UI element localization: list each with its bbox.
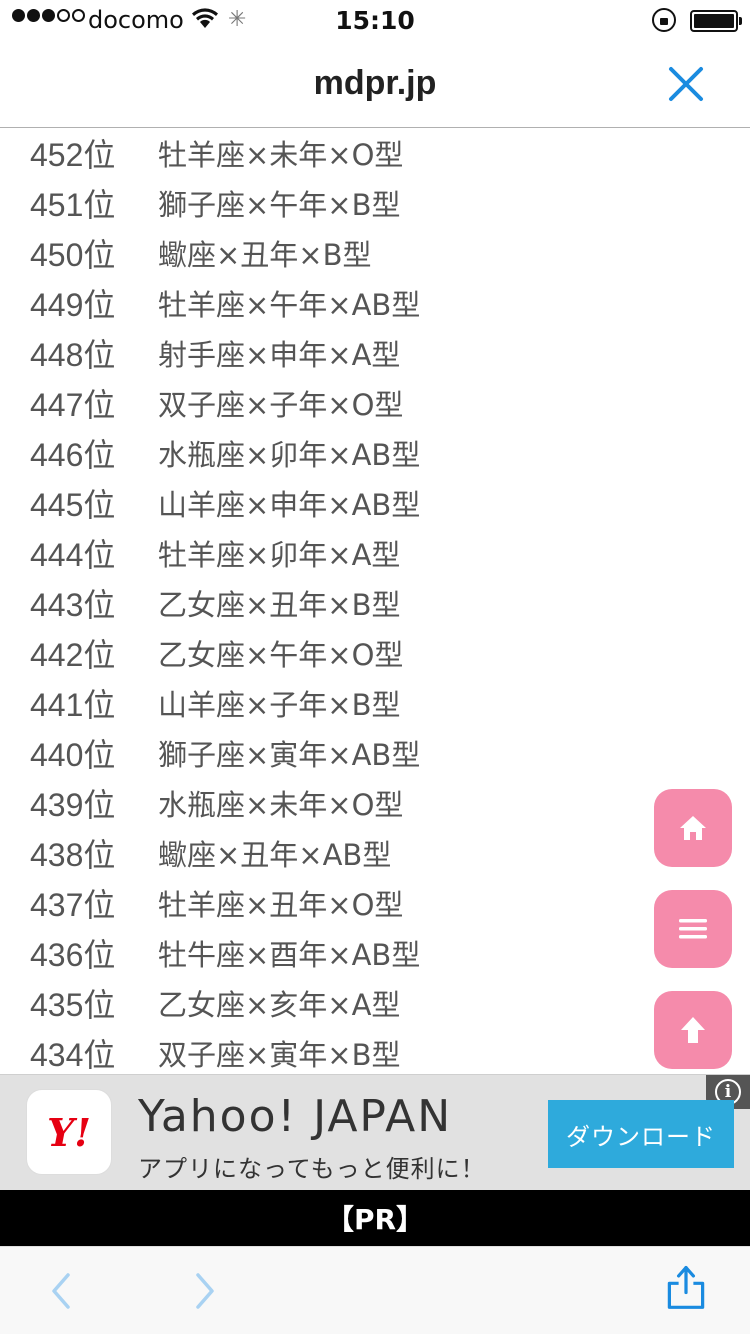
yahoo-logo-icon: Y! xyxy=(26,1089,112,1175)
rank-number: 436位 xyxy=(30,937,116,973)
list-item: 438位 蠍座×丑年×AB型 xyxy=(30,828,391,878)
back-chevron-icon[interactable] xyxy=(38,1267,86,1315)
home-button[interactable] xyxy=(654,789,732,867)
rank-combo: 乙女座×午年×O型 xyxy=(158,638,404,672)
rank-number: 450位 xyxy=(30,237,116,273)
download-button[interactable]: ダウンロード xyxy=(548,1100,734,1168)
rank-number: 435位 xyxy=(30,987,116,1023)
rank-number: 452位 xyxy=(30,137,116,173)
rank-combo: 獅子座×寅年×AB型 xyxy=(158,738,421,772)
rank-number: 437位 xyxy=(30,887,116,923)
rank-combo: 乙女座×丑年×B型 xyxy=(158,588,401,622)
rank-combo: 蠍座×丑年×AB型 xyxy=(158,838,392,872)
list-item: 450位 蠍座×丑年×B型 xyxy=(30,228,372,278)
rank-combo: 獅子座×午年×B型 xyxy=(158,188,401,222)
rank-number: 440位 xyxy=(30,737,116,773)
list-item: 436位 牡牛座×酉年×AB型 xyxy=(30,928,420,978)
list-item: 449位 牡羊座×午年×AB型 xyxy=(30,278,420,328)
list-item: 439位 水瓶座×未年×O型 xyxy=(30,778,403,828)
rank-combo: 水瓶座×卯年×AB型 xyxy=(158,438,421,472)
rank-number: 441位 xyxy=(30,687,116,723)
status-bar: docomo ✳ 15:10 xyxy=(0,0,750,40)
rank-combo: 双子座×子年×O型 xyxy=(158,388,404,422)
rank-number: 445位 xyxy=(30,487,116,523)
rank-combo: 射手座×申年×A型 xyxy=(158,338,401,372)
rank-number: 434位 xyxy=(30,1037,116,1073)
menu-icon xyxy=(679,919,707,939)
clock: 15:10 xyxy=(335,6,415,35)
pr-label-bar: 【PR】 xyxy=(0,1190,750,1246)
list-item: 446位 水瓶座×卯年×AB型 xyxy=(30,428,420,478)
ad-subtitle: アプリになってもっと便利に！ xyxy=(138,1155,486,1183)
rank-number: 438位 xyxy=(30,837,116,873)
menu-button[interactable] xyxy=(654,890,732,968)
rank-number: 447位 xyxy=(30,387,116,423)
ranking-list[interactable]: 452位 牡羊座×未年×O型 451位 獅子座×午年×B型 450位 蠍座×丑年×B型… xyxy=(0,128,750,1074)
rank-number: 443位 xyxy=(30,587,116,623)
list-item: 447位 双子座×子年×O型 xyxy=(30,378,403,428)
rank-combo: 牡羊座×丑年×O型 xyxy=(158,888,404,922)
ad-banner[interactable]: Y! Yahoo! JAPAN アプリになってもっと便利に！ i ダウンロード xyxy=(0,1074,750,1190)
page-title: mdpr.jp xyxy=(313,64,437,102)
rank-combo: 山羊座×申年×AB型 xyxy=(158,488,421,522)
list-item: 434位 双子座×寅年×B型 xyxy=(30,1028,401,1074)
list-item: 448位 射手座×申年×A型 xyxy=(30,328,400,378)
rank-combo: 乙女座×亥年×A型 xyxy=(158,988,401,1022)
rank-combo: 牡羊座×卯年×A型 xyxy=(158,538,401,572)
rank-number: 444位 xyxy=(30,537,116,573)
battery-icon xyxy=(690,10,742,32)
arrow-up-icon xyxy=(681,1017,705,1043)
rank-combo: 水瓶座×未年×O型 xyxy=(158,788,404,822)
rank-number: 442位 xyxy=(30,637,116,673)
list-item: 435位 乙女座×亥年×A型 xyxy=(30,978,400,1028)
rank-number: 449位 xyxy=(30,287,116,323)
close-icon[interactable] xyxy=(664,62,708,106)
rank-number: 451位 xyxy=(30,187,116,223)
browser-header: mdpr.jp xyxy=(0,40,750,128)
rank-number: 446位 xyxy=(30,437,116,473)
list-item: 445位 山羊座×申年×AB型 xyxy=(30,478,420,528)
list-item: 437位 牡羊座×丑年×O型 xyxy=(30,878,403,928)
scroll-top-button[interactable] xyxy=(654,991,732,1069)
rank-combo: 牡牛座×酉年×AB型 xyxy=(158,938,421,972)
list-item: 443位 乙女座×丑年×B型 xyxy=(30,578,401,628)
list-item: 452位 牡羊座×未年×O型 xyxy=(30,128,403,178)
forward-chevron-icon[interactable] xyxy=(180,1267,228,1315)
rank-combo: 蠍座×丑年×B型 xyxy=(158,238,372,272)
rank-combo: 山羊座×子年×B型 xyxy=(158,688,401,722)
rank-number: 439位 xyxy=(30,787,116,823)
rank-combo: 牡羊座×未年×O型 xyxy=(158,138,404,172)
rank-combo: 牡羊座×午年×AB型 xyxy=(158,288,421,322)
orientation-lock-icon xyxy=(652,8,676,32)
ad-title: Yahoo! JAPAN xyxy=(138,1091,453,1142)
browser-toolbar xyxy=(0,1246,750,1334)
rank-number: 448位 xyxy=(30,337,116,373)
list-item: 440位 獅子座×寅年×AB型 xyxy=(30,728,420,778)
rank-combo: 双子座×寅年×B型 xyxy=(158,1038,401,1072)
list-item: 451位 獅子座×午年×B型 xyxy=(30,178,401,228)
list-item: 444位 牡羊座×卯年×A型 xyxy=(30,528,400,578)
share-icon[interactable] xyxy=(662,1263,710,1311)
home-icon xyxy=(680,816,706,840)
list-item: 441位 山羊座×子年×B型 xyxy=(30,678,401,728)
list-item: 442位 乙女座×午年×O型 xyxy=(30,628,403,678)
